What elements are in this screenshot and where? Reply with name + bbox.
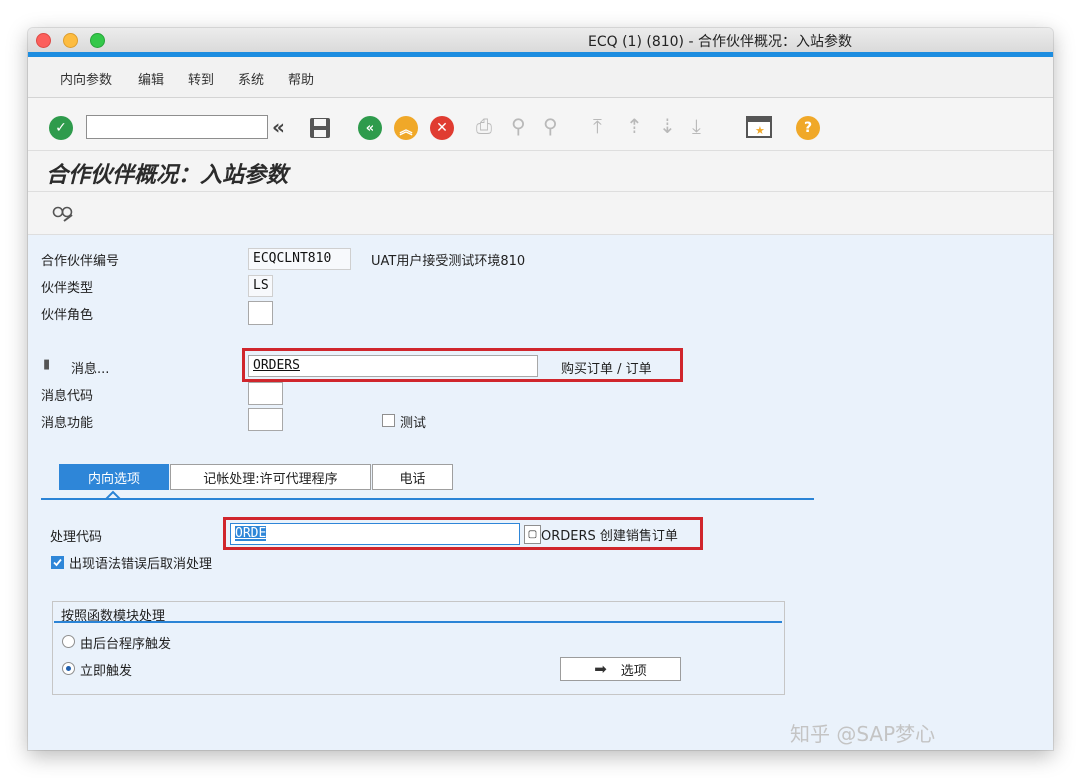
tab-inbound-options-label: 内向选项	[87, 471, 140, 487]
zoom-window-button[interactable]	[90, 33, 105, 48]
menu-item-edit[interactable]: 编辑	[138, 69, 164, 88]
close-window-button[interactable]	[36, 33, 51, 48]
command-field[interactable]	[86, 115, 268, 139]
prev-page-icon[interactable]: ⇡	[626, 114, 643, 138]
sap-window: ECQ (1) (810) - 合作伙伴概况：入站参数 内向参数 编辑 转到 系…	[28, 28, 1053, 750]
first-page-icon[interactable]: ⤒	[593, 114, 602, 138]
group-title-underline	[54, 621, 782, 623]
screen-heading-bar: 合作伙伴概况：入站参数	[28, 151, 1053, 192]
test-checkbox[interactable]	[382, 414, 395, 427]
find-next-icon[interactable]: ⚲	[543, 114, 558, 138]
trigger-background-label: 由后台程序触发	[80, 637, 172, 652]
options-button[interactable]: ➡ 选项	[560, 657, 681, 681]
message-selection-icon[interactable]: ▮	[43, 357, 50, 372]
partner-type-field[interactable]: LS	[248, 275, 273, 297]
tab-telephony-label: 电话	[399, 471, 426, 487]
menu-bar: 内向参数 编辑 转到 系统 帮助	[28, 57, 1053, 98]
enter-icon[interactable]: ✓	[49, 116, 73, 140]
highlight-process-code-frame	[223, 517, 703, 550]
message-function-label: 消息功能	[41, 416, 94, 431]
menu-item-system[interactable]: 系统	[238, 69, 264, 88]
message-function-field[interactable]	[248, 408, 283, 431]
save-icon[interactable]	[308, 116, 332, 140]
create-session-icon[interactable]: ★	[746, 115, 772, 139]
standard-toolbar: ✓ « « ︽ ✕ ⎙ ⚲ ⚲ ⤒ ⇡ ⇣ ⤓ ★ ?	[28, 98, 1053, 151]
arrow-right-icon: ➡	[594, 660, 607, 678]
tab-telephony[interactable]: 电话	[372, 464, 453, 490]
partner-role-label: 伙伴角色	[41, 308, 94, 323]
test-checkbox-label: 测试	[400, 416, 427, 431]
cancel-icon[interactable]: ✕	[430, 116, 454, 140]
exit-icon[interactable]: ︽	[394, 116, 418, 140]
trigger-immediately-label: 立即触发	[80, 664, 133, 679]
partner-number-label: 合作伙伴编号	[41, 254, 120, 269]
next-page-icon[interactable]: ⇣	[659, 114, 676, 138]
title-bar: ECQ (1) (810) - 合作伙伴概况：入站参数	[28, 28, 1053, 52]
page-title: 合作伙伴概况：入站参数	[46, 163, 289, 188]
message-code-field[interactable]	[248, 382, 283, 405]
tabstrip-baseline	[41, 498, 814, 500]
message-code-label: 消息代码	[41, 389, 94, 404]
cancel-on-syntax-error-label: 出现语法错误后取消处理	[69, 557, 213, 572]
message-label: 消息...	[71, 362, 110, 377]
help-icon[interactable]: ?	[796, 116, 820, 140]
print-icon[interactable]: ⎙	[476, 114, 492, 138]
highlight-message-frame	[242, 348, 683, 382]
menu-item-help[interactable]: 帮助	[288, 69, 314, 88]
find-icon[interactable]: ⚲	[511, 114, 526, 138]
process-code-label: 处理代码	[50, 530, 103, 545]
last-page-icon[interactable]: ⤓	[692, 114, 701, 138]
svg-text:★: ★	[755, 124, 765, 137]
partner-number-field[interactable]: ECQCLNT810	[248, 248, 351, 270]
tab-posting-processing-label: 记帐处理:许可代理程序	[203, 471, 338, 487]
options-button-label: 选项	[620, 663, 647, 679]
watermark-text: 知乎 @SAP梦心	[790, 722, 936, 746]
back-icon[interactable]: «	[358, 116, 382, 140]
active-tab-pointer-icon	[105, 490, 121, 500]
menu-item-inbound-params[interactable]: 内向参数	[60, 69, 112, 88]
window-title: ECQ (1) (810) - 合作伙伴概况：入站参数	[588, 34, 852, 50]
collapse-icon[interactable]: «	[272, 115, 285, 139]
menu-item-goto[interactable]: 转到	[188, 69, 214, 88]
cancel-on-syntax-error-checkbox[interactable]	[51, 556, 64, 569]
partner-role-field[interactable]	[248, 301, 273, 325]
tab-inbound-options[interactable]: 内向选项	[59, 464, 169, 490]
trigger-immediately-radio[interactable]	[62, 662, 75, 675]
partner-type-label: 伙伴类型	[41, 281, 94, 296]
tab-posting-processing[interactable]: 记帐处理:许可代理程序	[170, 464, 371, 490]
display-change-icon[interactable]	[50, 201, 76, 227]
minimize-window-button[interactable]	[63, 33, 78, 48]
trigger-background-radio[interactable]	[62, 635, 75, 648]
application-toolbar	[28, 192, 1053, 235]
partner-number-description: UAT用户接受测试环境810	[371, 254, 526, 269]
